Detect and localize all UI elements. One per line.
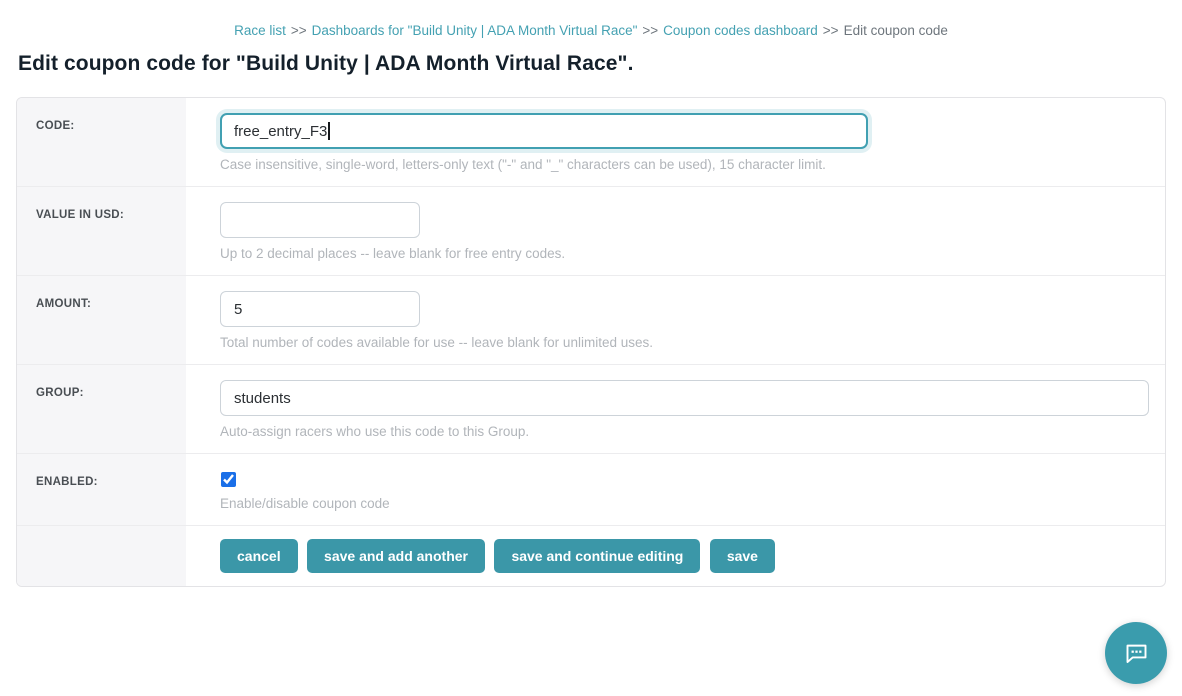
text-caret [328,122,330,140]
group-help-text: Auto-assign racers who use this code to … [220,424,1149,439]
chat-bubble-icon [1123,640,1150,667]
save-button[interactable]: save [710,539,775,573]
amount-field-label: AMOUNT: [17,276,186,364]
amount-field-cell: Total number of codes available for use … [186,276,1165,364]
actions-empty-label-cell [17,526,186,586]
form-row-code: CODE: free_entry_F3 Case insensitive, si… [17,98,1165,186]
code-input-value: free_entry_F3 [234,123,327,140]
value-usd-field-label: VALUE IN USD: [17,187,186,275]
amount-help-text: Total number of codes available for use … [220,335,1149,350]
cancel-button[interactable]: cancel [220,539,298,573]
group-input[interactable] [220,380,1149,416]
form-row-amount: AMOUNT: Total number of codes available … [17,275,1165,364]
breadcrumb-separator: >> [642,23,658,38]
value-usd-input[interactable] [220,202,420,238]
coupon-edit-form: CODE: free_entry_F3 Case insensitive, si… [16,97,1166,587]
breadcrumb-separator: >> [291,23,307,38]
enabled-checkbox[interactable] [221,472,236,487]
code-field-label: CODE: [17,98,186,186]
form-row-enabled: ENABLED: Enable/disable coupon code [17,453,1165,525]
enabled-field-cell: Enable/disable coupon code [186,454,1165,525]
chat-fab-button[interactable] [1105,622,1167,684]
code-input[interactable]: free_entry_F3 [220,113,868,149]
form-row-value-usd: VALUE IN USD: Up to 2 decimal places -- … [17,186,1165,275]
breadcrumb: Race list >> Dashboards for "Build Unity |… [0,23,1182,38]
save-and-continue-editing-button[interactable]: save and continue editing [494,539,700,573]
breadcrumb-dashboards[interactable]: Dashboards for "Build Unity | ADA Month … [312,23,638,38]
form-row-group: GROUP: Auto-assign racers who use this c… [17,364,1165,453]
breadcrumb-separator: >> [823,23,839,38]
breadcrumb-race-list[interactable]: Race list [234,23,286,38]
code-field-cell: free_entry_F3 Case insensitive, single-w… [186,98,1165,186]
breadcrumb-coupon-codes-dashboard[interactable]: Coupon codes dashboard [663,23,818,38]
enabled-field-label: ENABLED: [17,454,186,525]
save-and-add-another-button[interactable]: save and add another [307,539,485,573]
form-actions-row: cancel save and add another save and con… [17,525,1165,586]
value-usd-field-cell: Up to 2 decimal places -- leave blank fo… [186,187,1165,275]
code-help-text: Case insensitive, single-word, letters-o… [220,157,1149,172]
value-usd-help-text: Up to 2 decimal places -- leave blank fo… [220,246,1149,261]
breadcrumb-current-page: Edit coupon code [844,23,948,38]
actions-cell: cancel save and add another save and con… [186,526,1165,586]
page-title: Edit coupon code for "Build Unity | ADA … [18,52,1182,76]
group-field-label: GROUP: [17,365,186,453]
amount-input[interactable] [220,291,420,327]
enabled-help-text: Enable/disable coupon code [220,496,1149,511]
group-field-cell: Auto-assign racers who use this code to … [186,365,1165,453]
